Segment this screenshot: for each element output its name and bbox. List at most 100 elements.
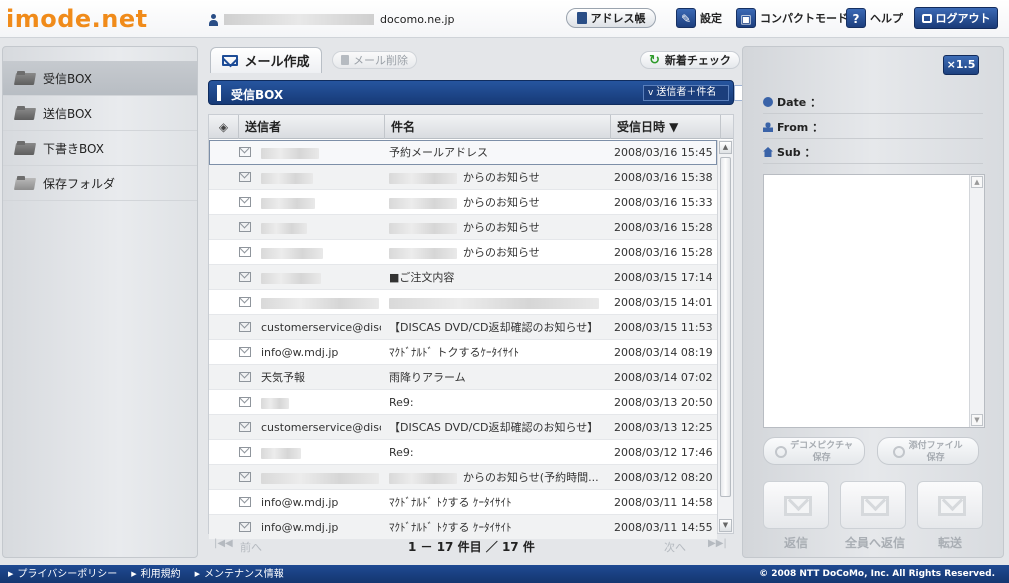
scroll-down-arrow-icon[interactable]: ▼ [719, 519, 732, 532]
first-page-icon[interactable]: |◀◀ [214, 538, 233, 549]
mail-date: 2008/03/16 15:33 [614, 196, 713, 209]
mail-row[interactable]: からのお知らせ(予約時間... 2008/03/12 08:20 [209, 465, 717, 490]
mail-row[interactable]: info@w.mdj.jp ﾏｸﾄﾞﾅﾙﾄﾞ トクするｹｰﾀｲｻｲﾄ 2008/03… [209, 340, 717, 365]
save-attachment-button[interactable]: 添付ファイル 保存 [877, 437, 979, 465]
mail-row[interactable]: 天気予報 雨降りアラーム 2008/03/14 07:02 [209, 365, 717, 390]
last-page-icon[interactable]: ▶▶| [708, 538, 727, 549]
maintenance-info-link[interactable]: メンテナンス情報 [195, 565, 284, 583]
mail-date: 2008/03/13 12:25 [614, 421, 713, 434]
subject-masked [389, 172, 457, 184]
mail-checkbox[interactable] [239, 240, 255, 265]
mail-date: 2008/03/16 15:28 [614, 221, 713, 234]
preview-date: Date ： [763, 92, 983, 114]
subject-masked [389, 297, 599, 309]
sender-masked [261, 222, 307, 234]
mail-subject: からのお知らせ [389, 240, 609, 265]
settings-button[interactable]: ✎ 設定 [676, 6, 722, 30]
column-subject[interactable]: 件名 [385, 115, 611, 139]
column-from[interactable]: 送信者 [239, 115, 385, 139]
pager: |◀◀ 前へ 1 － 17 件目 ／ 17 件 次へ ▶▶| [208, 536, 734, 556]
mail-checkbox[interactable] [239, 365, 255, 390]
address-book-button[interactable]: アドレス帳 [566, 8, 656, 28]
preview-scroll-down-icon[interactable]: ▼ [971, 414, 983, 426]
mail-row[interactable]: 2008/03/15 14:01 [209, 290, 717, 315]
mail-list-scrollbar[interactable]: ▲ ▼ [717, 140, 733, 533]
mail-row[interactable]: customerservice@disc... 【DISCAS DVD/CD返却確… [209, 315, 717, 340]
mail-row[interactable]: からのお知らせ 2008/03/16 15:38 [209, 165, 717, 190]
compose-mail-button[interactable]: メール作成 [210, 47, 322, 73]
imode-logo[interactable]: imode.net [6, 6, 148, 32]
preview-scroll-up-icon[interactable]: ▲ [971, 176, 983, 188]
refresh-icon: ↻ [649, 52, 660, 68]
page-count: 1 － 17 件目 ／ 17 件 [408, 540, 535, 554]
mail-row[interactable]: customerservice@disc... 【DISCAS DVD/CD返却確… [209, 415, 717, 440]
delete-mail-button[interactable]: メール削除 [332, 51, 417, 69]
scroll-up-arrow-icon[interactable]: ▲ [719, 141, 732, 154]
mail-row[interactable]: Re9: 2008/03/12 17:46 [209, 440, 717, 465]
zoom-button[interactable]: ×1.5 [943, 55, 979, 75]
footer-links: プライバシーポリシー 利用規約 メンテナンス情報 [8, 565, 284, 583]
mail-row[interactable]: ■ご注文内容 2008/03/15 17:14 [209, 265, 717, 290]
mail-row[interactable]: からのお知らせ 2008/03/16 15:33 [209, 190, 717, 215]
next-page-link[interactable]: 次へ [664, 539, 686, 555]
preview-scrollbar[interactable]: ▲ ▼ [969, 175, 984, 427]
help-icon: ? [846, 8, 866, 28]
sidebar-item-saved[interactable]: 保存フォルダ [3, 166, 197, 201]
sender-masked [261, 172, 313, 184]
mail-checkbox[interactable] [239, 290, 255, 315]
mail-checkbox[interactable] [239, 265, 255, 290]
mail-checkbox[interactable] [239, 390, 255, 415]
prev-page-link[interactable]: 前へ [240, 539, 262, 555]
scroll-thumb[interactable] [720, 157, 731, 497]
reply-all-button[interactable] [840, 481, 906, 529]
sidebar-item-sent[interactable]: 送信BOX [3, 96, 197, 131]
mail-checkbox[interactable] [239, 440, 255, 465]
mail-sender: 天気予報 [261, 371, 305, 384]
mail-checkbox[interactable] [239, 465, 255, 490]
reply-button[interactable] [763, 481, 829, 529]
mail-checkbox[interactable] [239, 315, 255, 340]
read-envelope-icon [239, 497, 251, 507]
reply-all-envelope-icon [861, 496, 889, 516]
mail-row[interactable]: info@w.mdj.jp ﾏｸﾄﾞﾅﾙﾄﾞ ﾄｸする ｹｰﾀｲｻｲﾄ 2008/0… [209, 490, 717, 515]
envelope-icon [222, 55, 239, 66]
mail-sender [261, 165, 381, 190]
mail-row[interactable]: からのお知らせ 2008/03/16 15:28 [209, 240, 717, 265]
mail-sender: customerservice@disc... [261, 421, 381, 434]
mail-checkbox[interactable] [239, 215, 255, 240]
sender-masked [261, 272, 321, 284]
privacy-policy-link[interactable]: プライバシーポリシー [8, 565, 117, 583]
mail-row[interactable]: 予約メールアドレス 2008/03/16 15:45 [209, 140, 717, 165]
help-button[interactable]: ? ヘルプ [846, 6, 903, 30]
mail-checkbox[interactable] [239, 340, 255, 365]
mail-row[interactable]: Re9: 2008/03/13 20:50 [209, 390, 717, 415]
sidebar-item-inbox[interactable]: 受信BOX [3, 61, 197, 96]
preview-panel: ×1.5 Date ： From ： Sub ： ▲ ▼ デコメピクチャ 保存 … [742, 46, 1004, 558]
logout-button[interactable]: ログアウト [914, 7, 998, 29]
mail-checkbox[interactable] [239, 190, 255, 215]
mail-checkbox[interactable] [239, 165, 255, 190]
dropdown-arrow-icon: v [648, 88, 654, 98]
preview-body[interactable]: ▲ ▼ [763, 174, 985, 428]
mail-row[interactable]: からのお知らせ 2008/03/16 15:28 [209, 215, 717, 240]
mail-checkbox[interactable] [239, 140, 255, 165]
clock-icon [763, 97, 773, 107]
select-all-icon[interactable]: ◈ [209, 115, 239, 139]
forward-button[interactable] [917, 481, 983, 529]
new-mail-check-button[interactable]: ↻ 新着チェック [640, 51, 740, 69]
address-book-icon [576, 12, 587, 24]
column-date[interactable]: 受信日時 ▼ [611, 115, 721, 139]
save-decome-picture-button[interactable]: デコメピクチャ 保存 [763, 437, 865, 465]
mail-checkbox[interactable] [239, 490, 255, 515]
mail-subject: からのお知らせ [389, 215, 609, 240]
mail-sender [261, 140, 381, 165]
sender-masked [261, 197, 315, 209]
search-scope-select[interactable]: v 送信者＋件名 [643, 85, 729, 101]
sidebar-item-drafts[interactable]: 下書きBOX [3, 131, 197, 166]
user-domain: docomo.ne.jp [380, 13, 455, 26]
footer-bar: プライバシーポリシー 利用規約 メンテナンス情報 © 2008 NTT DoCo… [0, 565, 1009, 583]
mail-date: 2008/03/15 14:01 [614, 296, 713, 309]
compact-mode-button[interactable]: ▣ コンパクトモード [736, 6, 848, 30]
mail-checkbox[interactable] [239, 415, 255, 440]
terms-link[interactable]: 利用規約 [131, 565, 181, 583]
